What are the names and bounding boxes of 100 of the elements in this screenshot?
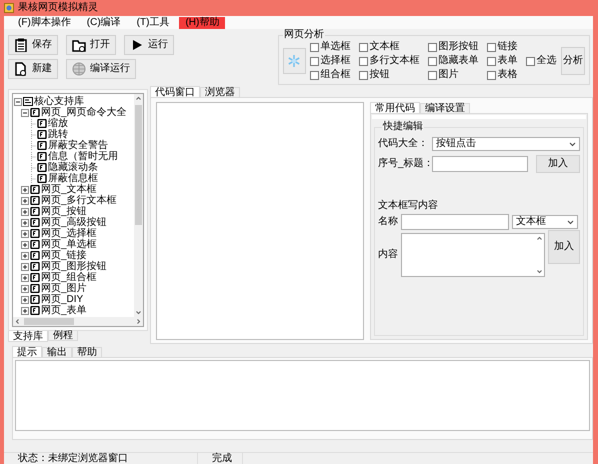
expand-icon[interactable] [21,186,29,194]
clipboard-icon [14,38,28,52]
field-label: 序号_标题： [378,158,428,170]
tab[interactable]: 支持库 [8,331,48,342]
module-icon [37,141,47,150]
expand-icon[interactable] [21,240,29,248]
tree-item[interactable]: 网页_图形按钮 [41,261,107,272]
tree-item[interactable]: 隐藏滚动条 [48,162,98,173]
checkbox[interactable]: 按钮 [358,68,420,82]
checkbox[interactable]: 文本框 [358,40,420,54]
module-icon [30,218,40,227]
menu-item[interactable]: (H)帮助 [179,16,226,28]
expand-icon[interactable] [21,208,29,216]
checkbox[interactable]: 图片 [428,68,479,82]
dropdown[interactable]: 文本框 [512,215,578,229]
tree-item[interactable]: 网页_选择框 [41,228,97,239]
analyze-button[interactable]: 分析 [560,47,585,75]
tree-item[interactable]: 网页_表单 [41,305,87,316]
tree-item[interactable]: 网页_DIY [41,294,84,305]
tab[interactable]: 输出 [42,347,72,357]
checkbox[interactable]: 单选框 [310,40,351,54]
dropdown[interactable]: 按钮点击 [432,137,580,151]
module-icon [30,251,40,260]
tree-item[interactable]: 信息（暂时无用 [48,151,118,162]
add-button[interactable]: 加入 [536,155,580,173]
scroll-thumb[interactable] [24,318,74,325]
module-icon [30,273,40,282]
module-icon [37,119,47,128]
folder-icon [72,38,86,52]
toolbar-button[interactable]: 运行 [124,35,174,55]
checkbox[interactable]: 表格 [486,68,518,82]
checkbox[interactable]: 隐藏表单 [428,54,479,68]
collapse-icon[interactable] [14,98,22,106]
menu-item[interactable]: (T)工具 [130,16,176,28]
expand-icon[interactable] [21,306,29,314]
expand-icon[interactable] [21,284,29,292]
tree-item[interactable]: 网页_网页命令大全 [41,107,127,118]
checkbox[interactable]: 选择框 [310,54,351,68]
checkbox[interactable]: 表单 [486,54,518,68]
tree-item[interactable]: 网页_高级按钮 [41,217,107,228]
scroll-thumb[interactable] [135,105,142,225]
tree-item[interactable]: 网页_文本框 [41,184,97,195]
tree-item[interactable]: 屏蔽信息框 [48,173,98,184]
tab[interactable]: 例程 [48,331,78,341]
scroll-right-icon[interactable] [134,317,143,326]
scrollbar[interactable] [13,317,143,326]
tree-item[interactable]: 缩放 [48,118,68,129]
scroll-down-icon[interactable] [134,308,143,317]
menu-item[interactable]: (C)编译 [80,16,127,28]
tree-item[interactable]: 网页_单选框 [41,239,97,250]
expand-icon[interactable] [21,230,29,238]
field-label: 代码大全： [378,138,428,150]
toolbar-button[interactable]: 保存 [8,35,58,55]
checkbox[interactable]: 链接 [486,40,518,54]
expand-icon[interactable] [21,196,29,204]
field-label: 内容 [378,249,398,261]
tree-item[interactable]: 核心支持库 [34,96,84,107]
tree-item[interactable]: 网页_组合框 [41,272,97,283]
expand-icon[interactable] [21,274,29,282]
toolbar-button[interactable]: 新建 [8,59,58,79]
menu-item[interactable]: (F)脚本操作 [12,16,77,28]
input-field[interactable] [432,156,528,172]
status-text: 完成 [198,453,243,464]
scroll-left-icon[interactable] [13,317,22,326]
module-icon [30,295,40,304]
tab[interactable]: 帮助 [72,347,102,357]
collapse-icon[interactable] [21,108,29,116]
tab[interactable]: 代码窗口 [150,86,200,97]
checkbox[interactable]: 全选 [526,54,557,68]
module-icon [30,240,40,249]
input-field[interactable] [401,214,509,230]
checkbox[interactable]: 多行文本框 [358,54,420,68]
tree-item[interactable]: 网页_按钮 [41,206,87,217]
tab[interactable]: 提示 [12,346,42,357]
tree-item[interactable]: 跳转 [48,129,68,140]
add-button[interactable]: 加入 [548,230,580,264]
tab[interactable]: 浏览器 [200,87,240,97]
checkbox[interactable]: 图形按钮 [428,40,479,54]
expand-icon[interactable] [21,262,29,270]
globe-icon [72,62,86,76]
tree-item[interactable]: 网页_多行文本框 [41,195,117,206]
expand-icon[interactable] [21,252,29,260]
tree-item[interactable]: 屏蔽安全警告 [48,140,108,151]
expand-icon[interactable] [21,296,29,304]
status-text: 状态：未绑定浏览器窗口 [4,453,198,464]
window-title: 果核网页模拟精灵 [18,2,98,14]
tree-item[interactable]: 网页_链接 [41,250,87,261]
module-icon [30,262,40,271]
group-title: 快捷编辑 [382,122,424,132]
scroll-down-icon[interactable] [535,267,544,276]
scrollbar[interactable] [134,94,143,317]
tab[interactable]: 常用代码 [370,102,420,113]
play-icon [130,38,144,52]
checkbox[interactable]: 组合框 [310,68,351,82]
tree-item[interactable]: 网页_图片 [41,283,87,294]
expand-icon[interactable] [21,218,29,226]
group-title: 网页分析 [283,30,325,40]
toolbar-button[interactable]: 编译运行 [66,59,136,79]
toolbar-button[interactable]: 打开 [66,35,116,55]
tab[interactable]: 编译设置 [420,103,470,113]
